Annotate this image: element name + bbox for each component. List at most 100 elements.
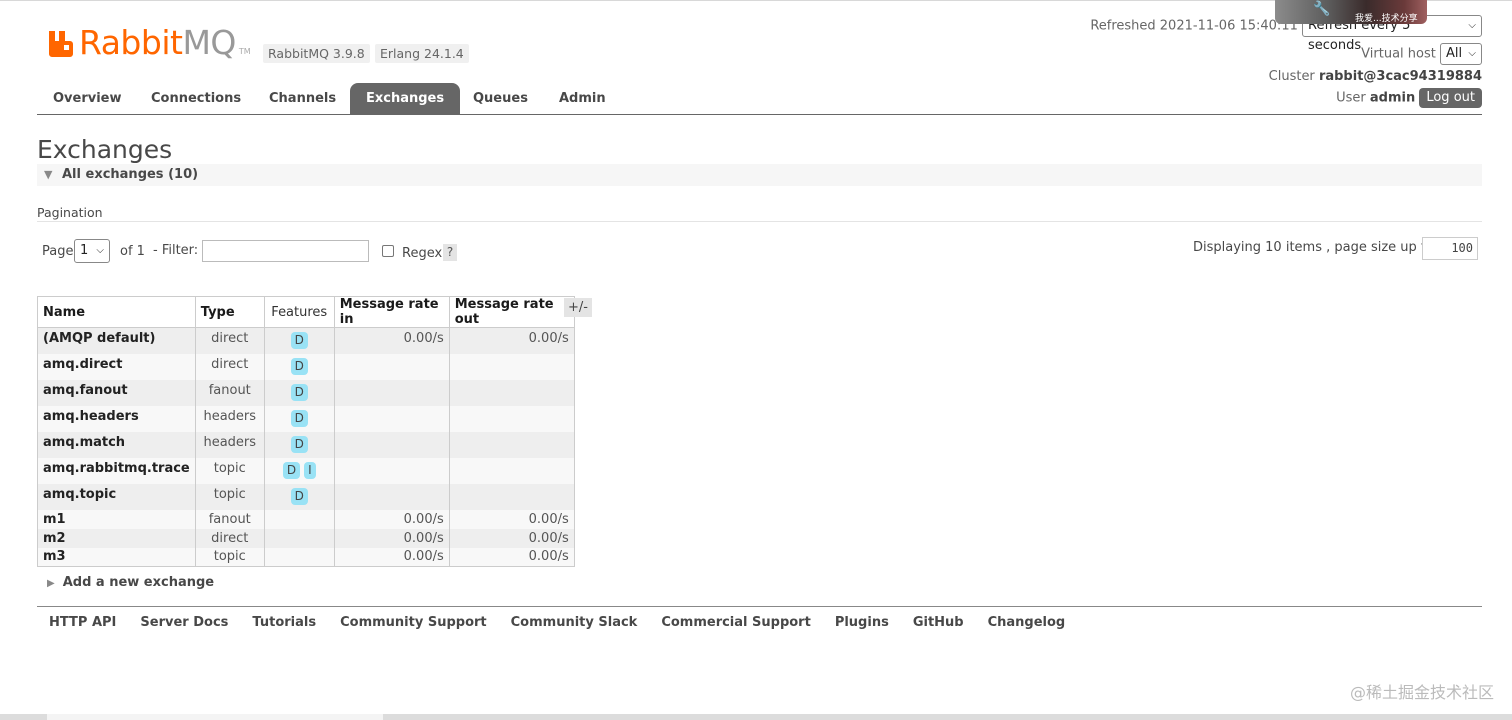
exchanges-table: Name Type Features Message rate in Messa… [37, 296, 575, 567]
durable-badge: D [290, 358, 308, 375]
footer-link-commercial-support[interactable]: Commercial Support [661, 615, 811, 630]
exchange-name-link[interactable]: amq.match [37, 431, 196, 458]
page-size-input[interactable]: 100 [1422, 237, 1478, 260]
exchange-features [263, 547, 335, 567]
exchange-name-link[interactable]: m1 [37, 509, 196, 529]
divider [37, 221, 1482, 222]
table-row[interactable]: amq.headers headers D [37, 405, 575, 432]
footer-link-community-slack[interactable]: Community Slack [511, 615, 638, 630]
all-exchanges-section-toggle[interactable]: ▼ All exchanges (10) [37, 164, 1482, 186]
tab-exchanges[interactable]: Exchanges [350, 83, 461, 114]
rate-in [333, 379, 450, 406]
rate-out: 0.00/s [448, 528, 575, 548]
exchange-features: D [263, 353, 335, 380]
rate-out [448, 379, 575, 406]
footer-link-changelog[interactable]: Changelog [988, 615, 1066, 630]
exchange-features [263, 509, 335, 529]
exchange-name-link[interactable]: m3 [37, 547, 196, 567]
cluster-label: Cluster [1268, 69, 1315, 84]
column-header-rate-in[interactable]: Message rate in [333, 296, 450, 328]
filter-label: - Filter: [153, 243, 199, 258]
rate-out: 0.00/s [448, 509, 575, 529]
durable-badge: D [290, 488, 308, 505]
tab-channels[interactable]: Channels [253, 83, 352, 114]
displaying-items-text: Displaying 10 items , page size up to: [1193, 240, 1439, 255]
tab-overview[interactable]: Overview [37, 83, 138, 114]
virtual-host-row: Virtual host All ⌵ [1361, 43, 1482, 65]
virtual-host-select[interactable]: All ⌵ [1440, 43, 1482, 65]
exchange-name-link[interactable]: (AMQP default) [37, 327, 196, 354]
bottom-scrollbar[interactable] [0, 714, 1512, 720]
cluster-value: rabbit@3cac94319884 [1318, 69, 1482, 84]
chevron-down-icon: ⌵ [1468, 48, 1476, 59]
tab-admin[interactable]: Admin [543, 83, 622, 114]
rate-in: 0.00/s [333, 327, 450, 354]
exchange-name-link[interactable]: m2 [37, 528, 196, 548]
exchange-features: D [263, 327, 335, 354]
columns-toggle-button[interactable]: +/- [564, 298, 592, 317]
add-exchange-label: Add a new exchange [62, 575, 215, 590]
rate-in [333, 431, 450, 458]
exchange-type: direct [194, 528, 265, 548]
add-exchange-toggle[interactable]: ▶ Add a new exchange [47, 575, 214, 590]
exchange-name-link[interactable]: amq.fanout [37, 379, 196, 406]
table-row[interactable]: amq.fanout fanout D [37, 379, 575, 406]
chevron-down-icon: ⌵ [96, 245, 104, 256]
table-row[interactable]: amq.direct direct D [37, 353, 575, 380]
exchange-name-link[interactable]: amq.direct [37, 353, 196, 380]
exchange-features: D [263, 405, 335, 432]
logo-rabbit-text: Rabbit [79, 23, 183, 62]
rate-out: 0.00/s [448, 327, 575, 354]
rabbitmq-version: RabbitMQ 3.9.8 [263, 44, 370, 63]
exchange-features [263, 528, 335, 548]
regex-label: Regex [402, 246, 443, 261]
exchange-type: topic [194, 547, 265, 567]
table-row[interactable]: amq.match headers D [37, 431, 575, 458]
footer-link-tutorials[interactable]: Tutorials [252, 615, 316, 630]
scrollbar-thumb[interactable] [47, 714, 383, 720]
footer-link-http-api[interactable]: HTTP API [49, 615, 116, 630]
rate-out [448, 353, 575, 380]
rabbitmq-logo[interactable]: Rabbit MQ TM [47, 26, 251, 60]
durable-badge: D [290, 384, 308, 401]
overlay-thumbnail[interactable]: 🔧 我爱...技术分享 [1275, 0, 1427, 24]
virtual-host-value: All [1446, 46, 1463, 61]
pagination-heading: Pagination [37, 205, 103, 220]
exchange-name-link[interactable]: amq.rabbitmq.trace [37, 457, 196, 484]
page-of-label: of 1 [120, 244, 145, 259]
rate-in [333, 353, 450, 380]
exchange-type: fanout [194, 509, 265, 529]
table-row[interactable]: m1 fanout 0.00/s 0.00/s [37, 509, 575, 529]
exchange-features: D [263, 431, 335, 458]
rate-in [333, 457, 450, 484]
durable-badge: D [290, 410, 308, 427]
page-select[interactable]: 1 ⌵ [74, 239, 110, 263]
exchange-features: D [263, 379, 335, 406]
overlay-caption: 我爱...技术分享 [1355, 14, 1418, 24]
rate-in: 0.00/s [333, 528, 450, 548]
column-header-rate-out[interactable]: Message rate out [448, 296, 575, 328]
tab-queues[interactable]: Queues [457, 83, 544, 114]
filter-input[interactable] [202, 240, 369, 262]
table-row[interactable]: amq.rabbitmq.trace topic DI [37, 457, 575, 484]
page-title: Exchanges [37, 135, 173, 164]
regex-checkbox[interactable] [382, 245, 394, 257]
exchange-name-link[interactable]: amq.topic [37, 483, 196, 510]
footer-link-github[interactable]: GitHub [913, 615, 964, 630]
exchange-name-link[interactable]: amq.headers [37, 405, 196, 432]
table-row[interactable]: (AMQP default) direct D 0.00/s 0.00/s [37, 327, 575, 354]
rate-in: 0.00/s [333, 509, 450, 529]
section-label: All exchanges (10) [62, 167, 199, 182]
table-row[interactable]: m3 topic 0.00/s 0.00/s [37, 547, 575, 567]
table-row[interactable]: amq.topic topic D [37, 483, 575, 510]
footer-link-server-docs[interactable]: Server Docs [140, 615, 228, 630]
rate-in [333, 405, 450, 432]
tab-connections[interactable]: Connections [135, 83, 257, 114]
refreshed-timestamp: Refreshed 2021-11-06 15:40:11 [1090, 18, 1298, 34]
column-header-name[interactable]: Name [37, 296, 196, 328]
footer-link-plugins[interactable]: Plugins [835, 615, 889, 630]
table-row[interactable]: m2 direct 0.00/s 0.00/s [37, 528, 575, 548]
column-header-type[interactable]: Type [194, 296, 265, 328]
help-button[interactable]: ? [443, 244, 457, 261]
footer-link-community-support[interactable]: Community Support [340, 615, 487, 630]
